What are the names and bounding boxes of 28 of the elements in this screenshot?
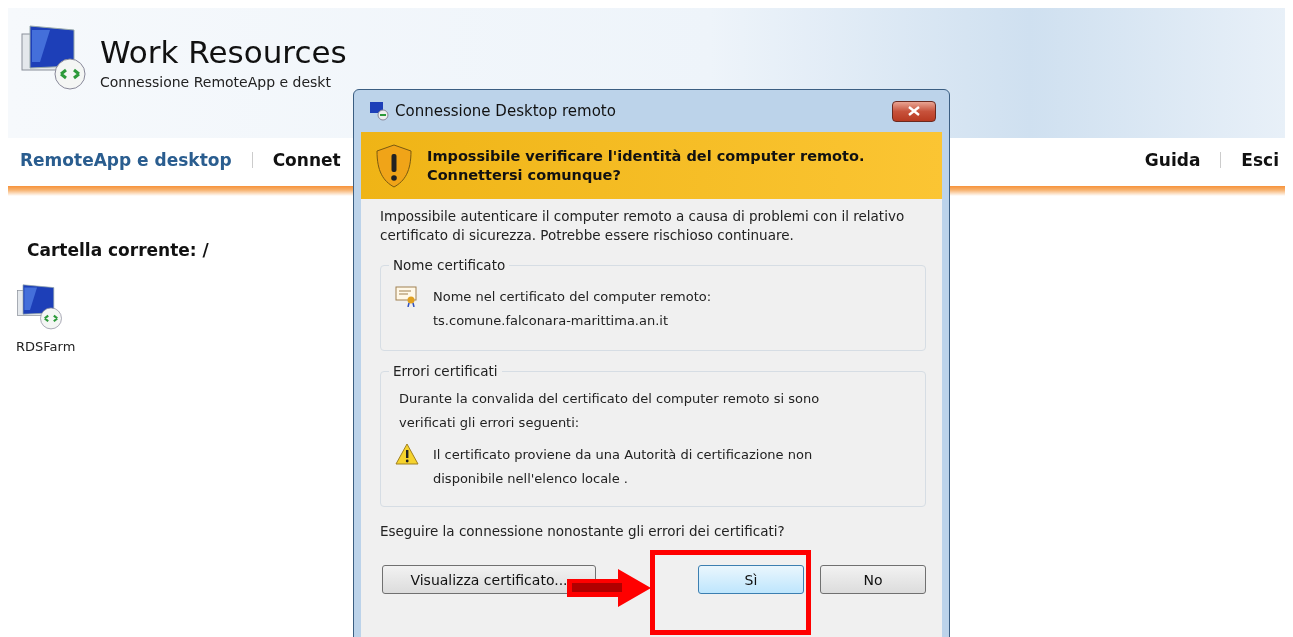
close-button[interactable] [892,100,936,122]
nav-link[interactable]: Esci [1241,150,1279,170]
shield-warning-icon [375,142,413,189]
dialog-button[interactable]: No [820,565,926,594]
dialog-button[interactable]: Sì [698,565,804,594]
close-icon [908,106,920,116]
question-text: Eseguire la connessione nonostante gli errori dei certificati? [380,523,786,539]
remote-desktop-icon [369,101,389,121]
current-folder-label: Cartella corrente: / [27,240,209,260]
group-title: Nome certificato [392,257,507,273]
nav-link[interactable]: Guida [1144,150,1201,170]
warning-message: Impossibile autenticare il computer remoto a causa di problemi con il relativo certificato di sicurezza. Potrebbe essere rischioso continuare. [379,207,906,245]
page-title: Work Resources [100,34,347,70]
dialog-title: Connessione Desktop remoto [395,102,617,120]
arrow-icon [566,568,652,608]
certificate-icon [395,285,419,307]
page-subtitle: Connessione RemoteApp e deskt [100,74,332,90]
group-text: Durante la convalida del certificato del computer remoto si sono verificati gli errori seguenti: [398,390,821,432]
warning-heading: Impossibile verificare l'identità del computer remoto. Connettersi comunque? [427,146,866,185]
group-title: Errori certificati [392,363,499,379]
warning-icon [395,443,419,465]
dialog-button[interactable]: Visualizza certificato... [382,565,596,594]
group-text: Nome nel certificato del computer remoto: ts.comune.falconara-marittima.an.it [433,288,712,330]
resource-label[interactable]: RDSFarm [16,339,76,354]
nav-link[interactable]: Connet [272,150,341,170]
group-text: Il certificato proviene da una Autorità di certificazione non disponibile nell'elenco locale . [433,446,814,488]
remote-desktop-icon [16,282,65,331]
nav-link[interactable]: RemoteApp e desktop [20,150,232,170]
